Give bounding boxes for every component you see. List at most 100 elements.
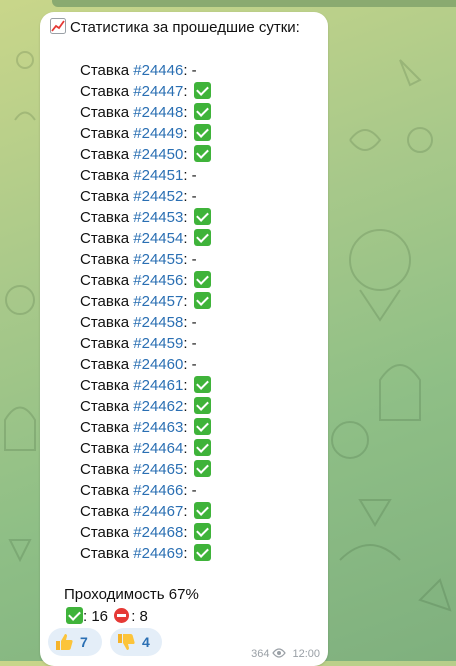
check-mark-icon [193, 82, 211, 99]
check-mark-icon [66, 607, 83, 624]
bet-label: Ставка [80, 419, 130, 436]
bet-hashtag-link[interactable]: #24449 [133, 125, 183, 142]
bet-hashtag-link[interactable]: #24451 [133, 167, 183, 184]
bet-hashtag-link[interactable]: #24446 [133, 62, 183, 79]
message-header: Статистика за прошедшие сутки: [50, 18, 300, 36]
thumbs-up-icon [56, 634, 73, 650]
bet-label: Ставка [80, 377, 130, 394]
bet-hashtag-link[interactable]: #24464 [133, 440, 183, 457]
bet-hashtag-link[interactable]: #24456 [133, 272, 183, 289]
bet-label: Ставка [80, 545, 130, 562]
bet-row: Ставка #24463: [80, 417, 211, 438]
message-time: 12:00 [292, 648, 320, 660]
bet-row: Ставка #24451: - [80, 167, 197, 184]
bet-hashtag-link[interactable]: #24452 [133, 188, 183, 205]
bet-hashtag-link[interactable]: #24457 [133, 293, 183, 310]
bet-row: Ставка #24462: [80, 396, 211, 417]
bet-hashtag-link[interactable]: #24448 [133, 104, 183, 121]
bet-row: Ставка #24467: [80, 501, 211, 522]
bet-label: Ставка [80, 83, 130, 100]
bet-row: Ставка #24454: [80, 228, 211, 249]
bet-hashtag-link[interactable]: #24465 [133, 461, 183, 478]
bet-row: Ставка #24456: [80, 270, 211, 291]
bet-hashtag-link[interactable]: #24459 [133, 335, 183, 352]
bet-row: Ставка #24447: [80, 81, 211, 102]
bet-label: Ставка [80, 62, 130, 79]
check-mark-icon [193, 124, 211, 141]
bet-row: Ставка #24455: - [80, 251, 197, 268]
bet-hashtag-link[interactable]: #24455 [133, 251, 183, 268]
check-mark-icon [193, 292, 211, 309]
bet-label: Ставка [80, 356, 130, 373]
bet-label: Ставка [80, 293, 130, 310]
bet-row: Ставка #24446: - [80, 62, 197, 79]
bet-hashtag-link[interactable]: #24453 [133, 209, 183, 226]
message-meta: 364 12:00 [251, 648, 320, 660]
bet-result: - [191, 356, 197, 373]
bet-label: Ставка [80, 440, 130, 457]
bet-hashtag-link[interactable]: #24450 [133, 146, 183, 163]
bet-row: Ставка #24459: - [80, 335, 197, 352]
bet-hashtag-link[interactable]: #24458 [133, 314, 183, 331]
bet-label: Ставка [80, 461, 130, 478]
bet-row: Ставка #24469: [80, 543, 211, 564]
win-loss-counts: : 16 : 8 [64, 607, 148, 625]
check-mark-icon [193, 229, 211, 246]
bet-label: Ставка [80, 167, 130, 184]
bet-hashtag-link[interactable]: #24454 [133, 230, 183, 247]
bet-result: - [191, 314, 197, 331]
bet-row: Ставка #24461: [80, 375, 211, 396]
wins-count: 16 [91, 608, 109, 625]
bet-result: - [191, 62, 197, 79]
bet-label: Ставка [80, 272, 130, 289]
bet-result: - [191, 482, 197, 499]
bet-list: Ставка #24446: - Ставка #24447: Ставка #2… [80, 60, 211, 564]
bet-hashtag-link[interactable]: #24466 [133, 482, 183, 499]
bet-label: Ставка [80, 503, 130, 520]
thumbs-down-icon [118, 634, 135, 650]
bet-row: Ставка #24457: [80, 291, 211, 312]
bet-row: Ставка #24464: [80, 438, 211, 459]
reaction-thumbs-up[interactable]: 7 [48, 628, 102, 656]
bet-label: Ставка [80, 209, 130, 226]
check-mark-icon [193, 418, 211, 435]
no-entry-icon [114, 608, 130, 623]
message-bubble: Статистика за прошедшие сутки: Ставка #2… [40, 12, 328, 666]
check-mark-icon [193, 145, 211, 162]
bet-hashtag-link[interactable]: #24460 [133, 356, 183, 373]
bet-hashtag-link[interactable]: #24467 [133, 503, 183, 520]
views-count: 364 [251, 648, 270, 660]
thumbs-up-count: 7 [80, 634, 88, 650]
reaction-thumbs-down[interactable]: 4 [110, 628, 162, 656]
bet-label: Ставка [80, 146, 130, 163]
check-mark-icon [193, 544, 211, 561]
check-mark-icon [193, 523, 211, 540]
eye-icon [272, 648, 287, 658]
chart-increasing-icon [50, 18, 66, 34]
previous-message-edge [52, 0, 456, 7]
bet-hashtag-link[interactable]: #24468 [133, 524, 183, 541]
bet-label: Ставка [80, 251, 130, 268]
check-mark-icon [193, 502, 211, 519]
bet-row: Ставка #24448: [80, 102, 211, 123]
bet-row: Ставка #24453: [80, 207, 211, 228]
bet-hashtag-link[interactable]: #24447 [133, 83, 183, 100]
bet-row: Ставка #24450: [80, 144, 211, 165]
bet-row: Ставка #24465: [80, 459, 211, 480]
bet-hashtag-link[interactable]: #24463 [133, 419, 183, 436]
thumbs-down-count: 4 [142, 634, 150, 650]
bet-row: Ставка #24452: - [80, 188, 197, 205]
bet-label: Ставка [80, 524, 130, 541]
bet-label: Ставка [80, 314, 130, 331]
bet-hashtag-link[interactable]: #24461 [133, 377, 183, 394]
losses-count: 8 [139, 608, 148, 625]
bet-row: Ставка #24466: - [80, 482, 197, 499]
bet-hashtag-link[interactable]: #24462 [133, 398, 183, 415]
bet-result: - [191, 251, 197, 268]
bet-hashtag-link[interactable]: #24469 [133, 545, 183, 562]
bet-result: - [191, 167, 197, 184]
bet-label: Ставка [80, 482, 130, 499]
bet-label: Ставка [80, 125, 130, 142]
pass-rate: Проходимость 67% [64, 586, 199, 603]
bet-row: Ставка #24468: [80, 522, 211, 543]
